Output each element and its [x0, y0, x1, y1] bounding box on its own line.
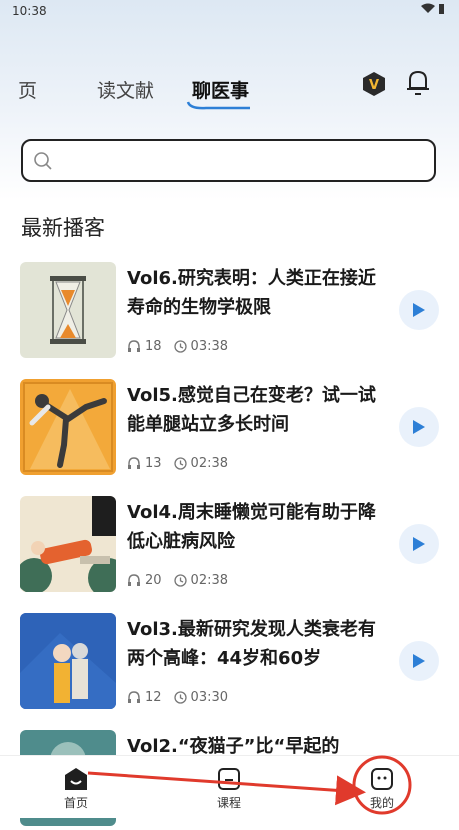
svg-text:V: V	[369, 78, 379, 93]
podcast-title[interactable]: Vol5.感觉自己在变老？试一试能单腿站立多长时间	[127, 381, 377, 439]
bottom-navigation: 首页 课程 我的	[0, 755, 459, 818]
podcast-item[interactable]: Vol5.感觉自己在变老？试一试能单腿站立多长时间 13 02:38	[0, 379, 459, 479]
podcast-item[interactable]: Vol3.最新研究发现人类衰老有两个高峰：44岁和60岁 12 03:30	[0, 613, 459, 713]
play-button[interactable]	[399, 524, 439, 564]
listen-count: 13	[145, 456, 162, 471]
status-bar: 10:38	[0, 0, 459, 22]
podcast-meta: 18 03:38	[127, 339, 240, 354]
podcast-title[interactable]: Vol6.研究表明：人类正在接近寿命的生物学极限	[127, 264, 377, 322]
listen-count: 12	[145, 690, 162, 705]
duration: 03:38	[190, 339, 229, 354]
podcast-thumbnail-sleep	[20, 496, 116, 592]
bell-icon[interactable]	[404, 68, 432, 98]
wifi-icon	[420, 3, 435, 13]
clock-icon	[173, 574, 187, 587]
vip-badge-icon[interactable]: V	[361, 71, 387, 97]
top-tabs: 页 读文献 聊医事	[0, 70, 459, 110]
podcast-meta: 12 03:30	[127, 690, 240, 705]
course-icon	[218, 768, 240, 790]
duration: 03:30	[190, 690, 229, 705]
podcast-item[interactable]: Vol4.周末睡懒觉可能有助于降低心脏病风险 20 02:38	[0, 496, 459, 596]
nav-home[interactable]: 首页	[46, 766, 106, 811]
home-icon	[65, 768, 87, 790]
status-time: 10:38	[12, 4, 47, 18]
podcast-title[interactable]: Vol4.周末睡懒觉可能有助于降低心脏病风险	[127, 498, 377, 556]
search-input[interactable]	[63, 147, 427, 177]
headphones-icon	[128, 340, 140, 352]
nav-mine[interactable]: 我的	[352, 766, 412, 811]
status-icons	[420, 3, 446, 17]
play-button[interactable]	[399, 290, 439, 330]
clock-icon	[173, 457, 187, 470]
listen-count: 18	[145, 339, 162, 354]
nav-course[interactable]: 课程	[199, 766, 259, 811]
play-button[interactable]	[399, 641, 439, 681]
play-icon	[413, 420, 425, 434]
podcast-item[interactable]: Vol6.研究表明：人类正在接近寿命的生物学极限 18 03:38	[0, 262, 459, 362]
headphones-icon	[128, 457, 140, 469]
active-tab-underline	[186, 101, 250, 110]
podcast-title[interactable]: Vol3.最新研究发现人类衰老有两个高峰：44岁和60岁	[127, 615, 377, 673]
clock-icon	[173, 340, 187, 353]
nav-home-label: 首页	[63, 796, 88, 810]
duration: 02:38	[190, 573, 229, 588]
tab-read-literature[interactable]: 读文献	[97, 76, 154, 103]
podcast-thumbnail-balance	[20, 379, 116, 475]
battery-icon	[439, 4, 444, 14]
clock-icon	[173, 691, 187, 704]
nav-mine-label: 我的	[369, 796, 394, 810]
tab-home-partial[interactable]: 页	[18, 76, 37, 103]
podcast-meta: 13 02:38	[127, 456, 240, 471]
play-icon	[413, 303, 425, 317]
podcast-thumbnail-hourglass	[20, 262, 116, 358]
headphones-icon	[128, 691, 140, 703]
duration: 02:38	[190, 456, 229, 471]
podcast-thumbnail-aging	[20, 613, 116, 709]
play-button[interactable]	[399, 407, 439, 447]
podcast-meta: 20 02:38	[127, 573, 240, 588]
nav-course-label: 课程	[216, 796, 241, 810]
search-box[interactable]	[21, 139, 436, 182]
headphones-icon	[128, 574, 140, 586]
tab-medical-talk[interactable]: 聊医事	[192, 76, 249, 103]
section-title-latest-podcasts: 最新播客	[21, 216, 105, 240]
profile-icon	[371, 768, 393, 790]
play-icon	[413, 654, 425, 668]
play-icon	[413, 537, 425, 551]
search-icon	[34, 152, 52, 170]
listen-count: 20	[145, 573, 162, 588]
